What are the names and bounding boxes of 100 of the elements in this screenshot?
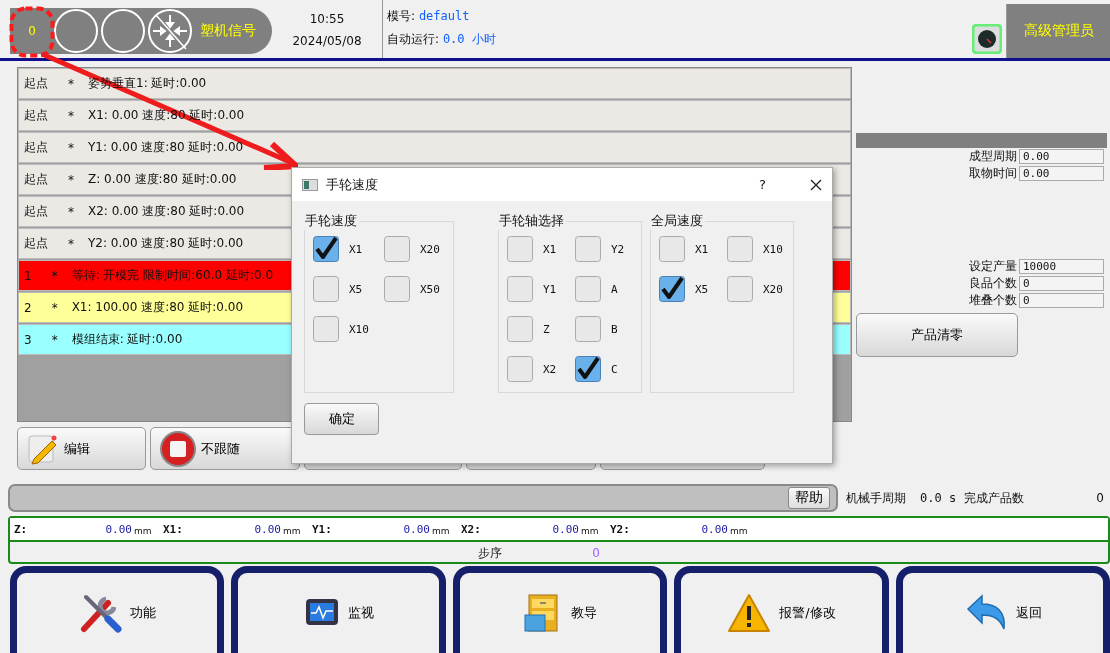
axis-position: 0.00 — [402, 522, 430, 536]
run-time-value: 0.0 小时 — [442, 32, 496, 46]
toolbar-button[interactable]: 编辑 — [17, 427, 146, 470]
flag-label: * — [68, 76, 74, 91]
unit-label: mm — [283, 525, 301, 536]
option-label: X50 — [420, 282, 440, 296]
option-label: A — [611, 282, 618, 296]
readout-field: 0.00 — [1019, 166, 1104, 181]
field-label: 良品个数 — [969, 275, 1017, 292]
option-label: Y2 — [611, 242, 625, 256]
readout-field: 10000 — [1019, 259, 1104, 274]
option-label: X5 — [349, 282, 363, 296]
unit-label: mm — [730, 525, 748, 536]
step-number: 起点 — [23, 235, 48, 252]
step-number: 起点 — [23, 139, 48, 156]
checkbox[interactable] — [384, 236, 410, 262]
run-time-label: 自动运行: — [387, 32, 440, 46]
axis-label: X1: — [163, 522, 184, 536]
group-title: 手轮速度 — [304, 213, 358, 230]
readout-field: 0.00 — [1019, 149, 1104, 164]
option-label: X5 — [695, 282, 709, 296]
field-label: 设定产量 — [969, 258, 1017, 275]
checkbox[interactable] — [575, 316, 601, 342]
checkbox[interactable] — [507, 276, 533, 302]
window-icon — [302, 178, 318, 191]
option-label: X1 — [543, 242, 557, 256]
nav-button[interactable]: 功能 — [10, 566, 225, 653]
axis-label: Z: — [14, 522, 29, 536]
option-label: X20 — [763, 282, 783, 296]
mold-value: default — [418, 9, 470, 23]
nav-button[interactable]: 返回 — [895, 566, 1110, 653]
option-label: X10 — [349, 322, 369, 336]
flag-label: * — [68, 172, 74, 187]
axis-position: 0.00 — [551, 522, 579, 536]
field-label: 取物时间 — [969, 165, 1017, 182]
option-label: X10 — [763, 242, 783, 256]
step-action: Y2: 0.00 速度:80 延时:0.00 — [88, 235, 244, 252]
option-label: C — [611, 362, 618, 376]
step-number: 起点 — [23, 203, 48, 220]
step-action: Y1: 0.00 速度:80 延时:0.00 — [88, 139, 244, 156]
close-icon[interactable] — [810, 178, 822, 191]
step-number: 3 — [23, 332, 32, 347]
gauge-icon[interactable] — [972, 24, 1002, 54]
step-number: 1 — [23, 268, 32, 283]
checkbox[interactable] — [384, 276, 410, 302]
step-label: 步序 — [478, 544, 503, 562]
nav-button[interactable]: 报警/修改 — [674, 566, 889, 653]
ok-button[interactable]: 确定 — [304, 403, 379, 435]
help-button[interactable]: 帮助 — [788, 487, 830, 509]
unit-label: mm — [581, 525, 599, 536]
step-number: 起点 — [23, 75, 48, 92]
group-title: 手轮轴选择 — [498, 213, 565, 230]
checkbox[interactable] — [507, 236, 533, 262]
signal-count: 0 — [27, 24, 37, 38]
checkbox[interactable] — [507, 356, 533, 382]
help-question-button[interactable]: ? — [759, 177, 766, 192]
checkbox[interactable] — [659, 236, 685, 262]
signal-lamp — [101, 9, 145, 53]
user-level-button[interactable]: 高级管理员 — [1006, 4, 1110, 58]
unit-label: mm — [432, 525, 450, 536]
axis-label: Y1: — [312, 522, 333, 536]
toolbar-button[interactable]: 不跟随 — [150, 427, 300, 470]
field-label: 成型周期 — [969, 148, 1017, 165]
option-label: X2 — [543, 362, 557, 376]
axis-position: 0.00 — [253, 522, 281, 536]
nav-button[interactable]: 教导 — [452, 566, 668, 653]
flag-label: * — [51, 268, 58, 283]
clock-time: 10:55 — [309, 12, 345, 26]
flag-label: * — [51, 332, 58, 347]
option-label: X1 — [695, 242, 709, 256]
checkbox[interactable] — [575, 276, 601, 302]
option-label: X20 — [420, 242, 440, 256]
checkbox[interactable] — [659, 276, 685, 302]
checkbox[interactable] — [507, 316, 533, 342]
dialog-title: 手轮速度 — [326, 175, 378, 194]
highlight-outline — [9, 6, 55, 58]
checkbox[interactable] — [727, 276, 753, 302]
checkbox[interactable] — [313, 316, 339, 342]
step-number: 2 — [23, 300, 32, 315]
nav-button[interactable]: 监视 — [231, 566, 446, 653]
cycle-value: 0.0 s — [920, 491, 957, 505]
checkbox[interactable] — [575, 356, 601, 382]
clear-count-button[interactable]: 产品清零 — [856, 313, 1018, 357]
step-action: Z: 0.00 速度:80 延时:0.00 — [88, 171, 237, 188]
flag-label: * — [51, 300, 58, 315]
checkbox[interactable] — [727, 236, 753, 262]
stop-icon — [159, 429, 197, 468]
option-label: B — [611, 322, 618, 336]
checkbox[interactable] — [313, 236, 339, 262]
step-number: 起点 — [23, 107, 48, 124]
step-action: 模组结束: 延时:0.00 — [71, 331, 183, 348]
program-row[interactable]: 起点 * Y1: 0.00 速度:80 延时:0.00 — [18, 132, 851, 163]
done-count-value: 0 — [1096, 491, 1104, 505]
checkbox[interactable] — [313, 276, 339, 302]
cycle-label: 机械手周期 — [846, 489, 906, 507]
readout-field: 0 — [1019, 293, 1104, 308]
field-label: 堆叠个数 — [969, 292, 1017, 309]
clock-date: 2024/05/08 — [292, 34, 362, 48]
axis-position: 0.00 — [700, 522, 728, 536]
checkbox[interactable] — [575, 236, 601, 262]
